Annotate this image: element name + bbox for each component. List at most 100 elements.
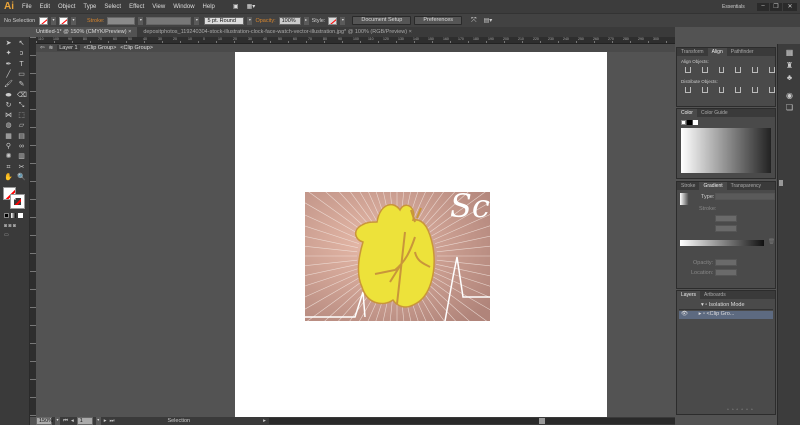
delete-stop-icon[interactable]: 🗑 xyxy=(768,239,775,245)
width-tool-icon[interactable]: ⋈ xyxy=(4,112,13,120)
stroke-weight-field[interactable] xyxy=(107,16,136,25)
restore-button[interactable]: ❐ xyxy=(770,2,782,11)
paintbrush-icon[interactable]: 🖌 xyxy=(4,81,13,89)
pen-tool-icon[interactable]: ✒ xyxy=(4,61,13,69)
aspect-ratio-field[interactable] xyxy=(715,225,737,232)
white-swatch[interactable] xyxy=(693,120,698,125)
gradient-type-select[interactable] xyxy=(715,193,775,200)
menu-object[interactable]: Object xyxy=(58,4,75,10)
blob-brush-icon[interactable]: ⬬ xyxy=(4,92,13,100)
align-center-h-icon[interactable] xyxy=(701,67,708,73)
breadcrumb-clip-group-2[interactable]: <Clip Group> xyxy=(120,45,153,51)
column-graph-icon[interactable]: ▥ xyxy=(17,153,26,161)
gradient-slider[interactable] xyxy=(680,240,764,246)
free-transform-icon[interactable]: ⬚ xyxy=(17,112,26,120)
opacity-field[interactable]: 100% xyxy=(278,16,301,25)
close-tab-icon[interactable]: × xyxy=(128,29,131,35)
back-arrow-icon[interactable]: ⇦ xyxy=(40,45,45,51)
perspective-grid-icon[interactable]: ▱ xyxy=(17,122,26,130)
scale-tool-icon[interactable]: ⤡ xyxy=(17,102,26,110)
minimize-button[interactable]: – xyxy=(757,2,769,11)
menu-view[interactable]: View xyxy=(152,4,165,10)
transform-icon[interactable]: ⤧ xyxy=(471,17,477,25)
horizontal-scrollbar[interactable] xyxy=(268,418,675,424)
stroke-dropdown[interactable]: ▾ xyxy=(71,16,76,25)
color-mode-icons[interactable] xyxy=(4,213,23,218)
vertical-ruler[interactable] xyxy=(30,37,36,417)
align-left-icon[interactable] xyxy=(685,67,691,73)
workspace-switcher[interactable]: Essentials xyxy=(722,4,745,10)
menu-edit[interactable]: Edit xyxy=(40,4,50,10)
stroke-weight-dropdown[interactable]: ▾ xyxy=(138,16,144,25)
graphic-styles-icon[interactable]: ❏ xyxy=(785,104,794,112)
magic-wand-icon[interactable]: ✦ xyxy=(4,50,13,58)
document-tab-depositphotos[interactable]: depositphotos_119240304-stock-illustrati… xyxy=(137,27,418,37)
menu-window[interactable]: Window xyxy=(173,4,194,10)
zoom-tool-icon[interactable]: 🔍 xyxy=(17,174,26,182)
distribute-center-h-icon[interactable] xyxy=(752,87,759,93)
last-artboard-icon[interactable]: ⏭ xyxy=(109,418,114,425)
distribute-bottom-icon[interactable] xyxy=(718,87,725,93)
tab-artboards[interactable]: Artboards xyxy=(700,291,730,299)
none-swatch[interactable] xyxy=(681,120,686,125)
appearance-icon[interactable]: ◉ xyxy=(785,92,794,100)
distribute-left-icon[interactable] xyxy=(735,87,742,93)
tab-layers[interactable]: Layers xyxy=(677,291,701,299)
tab-align[interactable]: Align xyxy=(707,48,727,56)
tab-gradient[interactable]: Gradient xyxy=(699,182,727,190)
align-bottom-icon[interactable] xyxy=(769,67,775,73)
previous-artboard-icon[interactable]: ◂ xyxy=(71,418,74,424)
rectangle-tool-icon[interactable]: ▭ xyxy=(17,71,26,79)
bridge-icon[interactable]: ▣ xyxy=(233,3,239,10)
variable-width-dropdown[interactable]: ▾ xyxy=(194,16,200,25)
align-right-icon[interactable] xyxy=(718,67,725,73)
color-spectrum[interactable] xyxy=(681,128,771,173)
stroke-label[interactable]: Stroke: xyxy=(87,18,104,24)
placed-artwork[interactable]: Sc xyxy=(305,192,490,321)
selection-tool-icon[interactable]: ➤ xyxy=(4,40,13,48)
horizontal-ruler[interactable]: 110 100 90 80 70 60 50 40 30 20 10 0 10 20 30 40 50 60 70 8… xyxy=(36,37,675,44)
menu-type[interactable]: Type xyxy=(83,4,96,10)
style-swatch[interactable] xyxy=(328,16,338,25)
artboard-dropdown[interactable]: ▾ xyxy=(95,417,101,425)
screen-mode-icon[interactable]: ▭ xyxy=(4,232,9,238)
distribute-top-icon[interactable] xyxy=(685,87,691,93)
drawing-mode-icons[interactable]: ◙ ◙ ◙ xyxy=(4,223,16,229)
tab-color[interactable]: Color xyxy=(677,109,697,117)
variable-width-field[interactable] xyxy=(146,16,192,25)
next-artboard-icon[interactable]: ▸ xyxy=(104,418,107,424)
angle-field[interactable] xyxy=(715,215,737,222)
gradient-thumbnail[interactable] xyxy=(680,193,689,205)
hand-tool-icon[interactable]: ✋ xyxy=(4,174,13,182)
opacity-label[interactable]: Opacity: xyxy=(255,18,275,24)
tab-pathfinder[interactable]: Pathfinder xyxy=(727,48,758,56)
stroke-swatch[interactable] xyxy=(59,16,68,25)
menu-file[interactable]: File xyxy=(22,4,32,10)
fill-dropdown[interactable]: ▾ xyxy=(51,16,56,25)
document-setup-button[interactable]: Document Setup xyxy=(352,16,412,25)
distribute-center-v-icon[interactable] xyxy=(701,87,708,93)
align-top-icon[interactable] xyxy=(735,67,742,73)
eraser-icon[interactable]: ⌫ xyxy=(17,92,27,100)
symbols-icon[interactable]: ♣ xyxy=(785,74,794,82)
fill-swatch[interactable] xyxy=(39,16,48,25)
artboard-tool-icon[interactable]: ⌗ xyxy=(4,164,13,172)
menu-select[interactable]: Select xyxy=(104,4,121,10)
distribute-right-icon[interactable] xyxy=(769,87,775,93)
shape-builder-icon[interactable]: ◍ xyxy=(4,122,13,130)
gradient-tool-icon[interactable]: ▤ xyxy=(17,133,26,141)
type-tool-icon[interactable]: T xyxy=(17,61,26,69)
blend-tool-icon[interactable]: ∞ xyxy=(17,143,26,151)
align-center-v-icon[interactable] xyxy=(752,67,759,73)
close-tab-icon[interactable]: × xyxy=(409,29,412,35)
tab-color-guide[interactable]: Color Guide xyxy=(697,109,732,117)
stroke-color-box[interactable] xyxy=(10,194,25,209)
artboards-icon[interactable]: ▦ xyxy=(785,49,794,57)
symbol-sprayer-icon[interactable]: ✺ xyxy=(4,153,13,161)
brushes-icon[interactable]: ♜ xyxy=(785,62,794,70)
pencil-icon[interactable]: ✎ xyxy=(17,81,26,89)
tab-transform[interactable]: Transform xyxy=(677,48,708,56)
line-tool-icon[interactable]: ╱ xyxy=(4,71,13,79)
lasso-icon[interactable]: ↄ xyxy=(17,50,26,58)
artboard-number-field[interactable]: 1 xyxy=(76,417,93,425)
